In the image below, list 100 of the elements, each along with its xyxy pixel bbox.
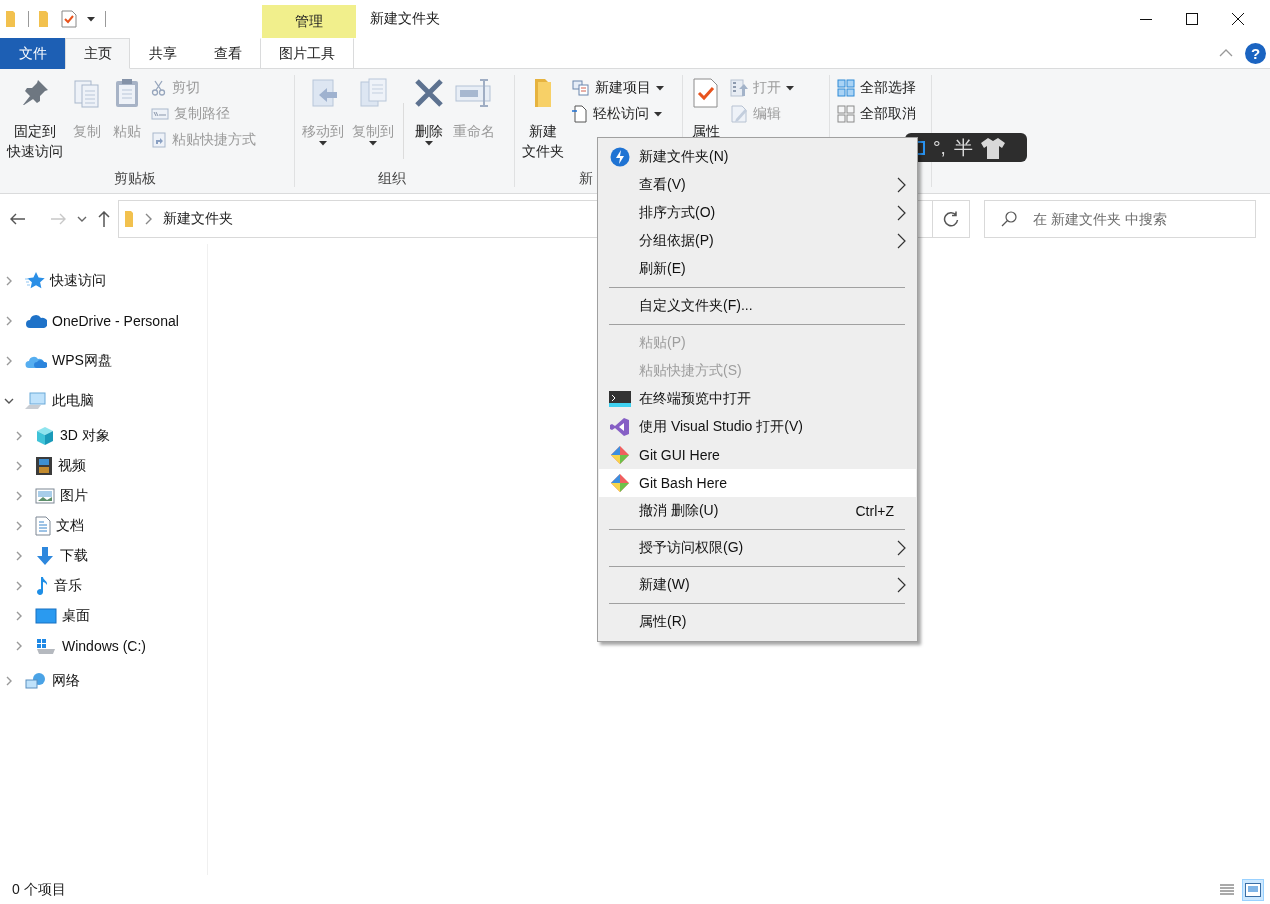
large-icons-view-button[interactable] xyxy=(1242,878,1264,901)
folder-icon xyxy=(6,11,18,27)
menu-item[interactable]: 查看(V) xyxy=(599,171,916,199)
caret-icon xyxy=(786,85,794,91)
ribbon-button[interactable]: 全部选择 xyxy=(834,75,919,101)
document-icon xyxy=(35,516,51,536)
menu-item[interactable]: 排序方式(O) xyxy=(599,199,916,227)
menu-item[interactable]: 属性(R) xyxy=(599,608,916,636)
open-icon xyxy=(730,79,748,97)
search-box[interactable]: 在 新建文件夹 中搜索 xyxy=(984,200,1256,238)
scissors-icon xyxy=(151,80,167,96)
thumbnail-icon xyxy=(1245,882,1261,897)
desktop-icon xyxy=(35,607,57,625)
tree-item[interactable]: 桌面 xyxy=(62,607,90,625)
rename-icon xyxy=(454,77,494,109)
tree-item[interactable]: 音乐 xyxy=(54,577,82,595)
caret-icon xyxy=(654,111,662,117)
tree-item[interactable]: 此电脑 xyxy=(52,392,94,410)
cloud-icon xyxy=(25,313,47,329)
refresh-icon xyxy=(943,211,959,227)
back-arrow-icon xyxy=(10,213,26,225)
tree-item[interactable]: 快速访问 xyxy=(50,272,106,290)
menu-item[interactable]: Git Bash Here xyxy=(599,469,916,497)
ribbon-button[interactable]: 新建 文件夹 xyxy=(519,73,567,161)
menu-item[interactable]: 新建(W) xyxy=(599,571,916,599)
properties-icon xyxy=(61,10,77,28)
chevron-down-icon xyxy=(77,216,87,222)
path-icon xyxy=(151,106,169,122)
ribbon-button[interactable]: 固定到 快速访问 xyxy=(4,73,66,161)
menu-item[interactable]: Git GUI Here xyxy=(599,441,916,469)
up-arrow-icon xyxy=(98,211,110,227)
ribbon-button[interactable]: 删除 xyxy=(410,73,448,146)
close-icon xyxy=(1232,13,1244,25)
menu-item[interactable]: 在终端预览中打开 xyxy=(599,385,916,413)
shirt-icon xyxy=(980,136,1005,159)
drive-icon xyxy=(35,637,57,655)
cube-icon xyxy=(35,426,55,446)
dropdown-caret-icon xyxy=(87,16,95,22)
ribbon-button[interactable]: 属性 xyxy=(687,73,725,141)
width-mode[interactable]: 半 xyxy=(953,134,973,161)
diamond-icon xyxy=(610,473,630,493)
menu-item[interactable]: 撤消 删除(U) Ctrl+Z xyxy=(599,497,916,525)
ribbon-button[interactable]: 新建项目 xyxy=(569,75,667,101)
tree-item[interactable]: 视频 xyxy=(58,457,86,475)
shortcut-icon xyxy=(151,132,167,148)
select-none-icon xyxy=(837,105,855,123)
terminal-icon xyxy=(609,390,631,408)
ribbon-tab[interactable]: 共享 xyxy=(130,38,195,69)
film-icon xyxy=(35,456,53,476)
tree-item[interactable]: 图片 xyxy=(60,487,88,505)
list-icon xyxy=(1220,883,1234,896)
menu-item[interactable]: 授予访问权限(G) xyxy=(599,534,916,562)
edit-icon xyxy=(730,105,748,123)
tree-item[interactable]: OneDrive - Personal xyxy=(52,313,179,329)
ribbon-button[interactable]: 轻松访问 xyxy=(569,101,667,127)
punctuation-mode[interactable]: °, xyxy=(933,136,946,159)
folder-icon xyxy=(39,11,51,27)
menu-item[interactable]: 新建文件夹(N) xyxy=(599,143,916,171)
tree-item[interactable]: 网络 xyxy=(52,672,80,690)
caret-icon xyxy=(319,141,327,146)
group-label: 剪贴板 xyxy=(113,170,156,186)
easy-access-icon xyxy=(572,105,588,123)
item-count: 0 个项目 xyxy=(12,880,67,899)
caret-icon xyxy=(369,141,377,146)
tree-item[interactable]: Windows (C:) xyxy=(62,638,146,654)
tree-item[interactable]: 文档 xyxy=(56,517,84,535)
help-button[interactable]: ? xyxy=(1245,42,1266,64)
caret-icon xyxy=(656,85,664,91)
select-all-icon xyxy=(837,79,855,97)
menu-item[interactable]: 自定义文件夹(F)... xyxy=(599,292,916,320)
delete-icon xyxy=(413,77,445,109)
search-field[interactable]: 在 新建文件夹 中搜索 xyxy=(1031,210,1255,228)
tree-item[interactable]: 3D 对象 xyxy=(60,427,110,445)
copy-to-icon xyxy=(357,77,389,109)
window-title: 新建文件夹 xyxy=(369,9,440,28)
refresh-button[interactable] xyxy=(933,200,970,238)
menu-item[interactable]: 使用 Visual Studio 打开(V) xyxy=(599,413,916,441)
caret-icon xyxy=(425,141,433,146)
diamond-icon xyxy=(610,445,630,465)
ribbon-button[interactable]: 全部取消 xyxy=(834,101,919,127)
search-icon xyxy=(1001,211,1017,227)
menu-item[interactable]: 刷新(E) xyxy=(599,255,916,283)
computer-icon xyxy=(25,392,47,410)
network-icon xyxy=(25,672,47,690)
tree-item[interactable]: 下载 xyxy=(60,547,88,565)
ribbon-tab[interactable]: 文件 xyxy=(0,38,65,69)
group-label: 组织 xyxy=(378,170,406,186)
shortcut-text: Ctrl+Z xyxy=(855,503,895,519)
folder-icon xyxy=(125,211,135,227)
picture-icon xyxy=(35,488,55,504)
tree-item[interactable]: WPS网盘 xyxy=(52,352,112,370)
lightning-icon xyxy=(610,147,630,167)
new-item-icon xyxy=(572,80,590,96)
contextual-tab-header: 管理 xyxy=(262,5,356,38)
maximize-icon xyxy=(1186,13,1198,25)
ribbon-tab[interactable]: 主页 xyxy=(65,38,130,69)
download-icon xyxy=(35,546,55,566)
group-label: 新 xyxy=(579,170,593,186)
star-icon xyxy=(25,271,45,291)
ribbon-tab[interactable]: 查看 xyxy=(195,38,260,69)
